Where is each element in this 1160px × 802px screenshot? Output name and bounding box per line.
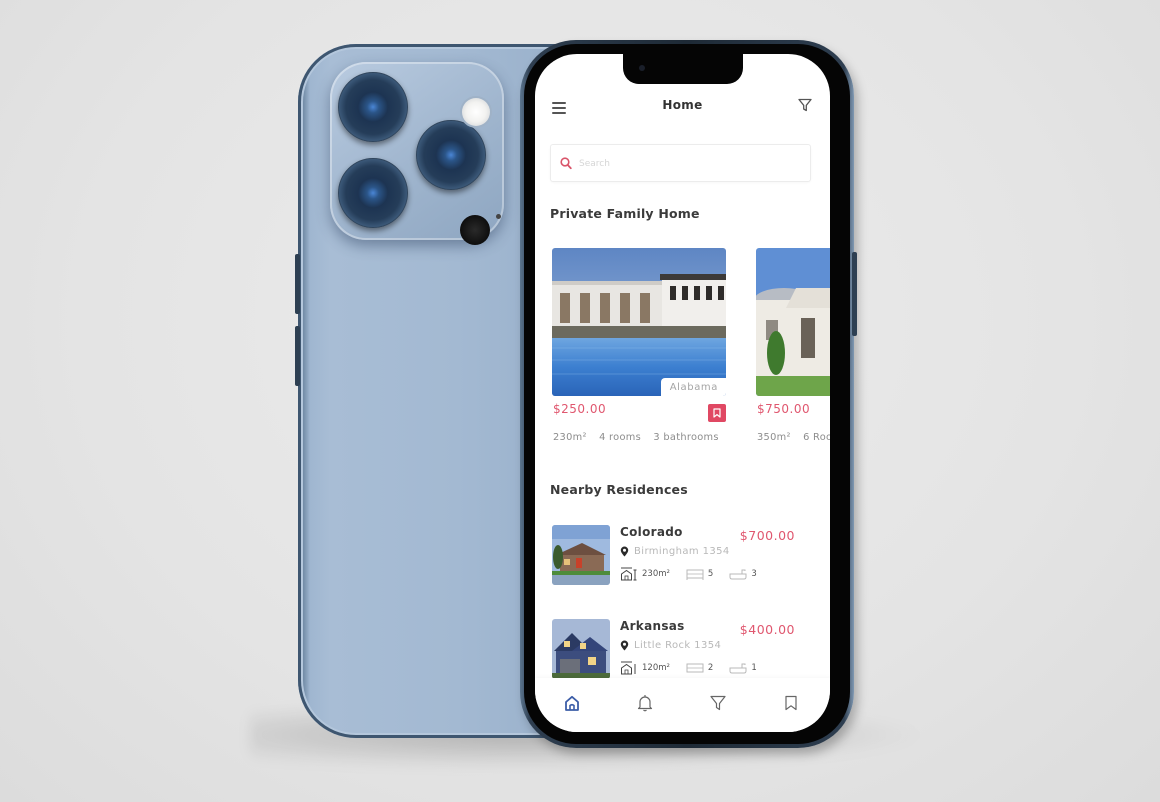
property-photo	[756, 248, 830, 396]
property-specs: 230m² 4 rooms 3 bathrooms	[553, 432, 728, 443]
residence-list-item[interactable]: Arkansas Little Rock 1354 $400.00 120m² …	[550, 619, 812, 681]
property-rooms: 6 Rooms	[803, 432, 830, 443]
property-specs: 350m² 6 Rooms	[757, 432, 830, 443]
bookmark-icon	[713, 408, 721, 418]
property-price: $250.00	[553, 402, 607, 416]
location-tag: Alabama	[660, 378, 726, 396]
location-pin-icon	[620, 640, 629, 651]
residence-features: 120m² 2 1	[620, 661, 773, 675]
tab-filter[interactable]	[707, 692, 729, 714]
area-feature: 230m²	[620, 567, 670, 581]
filter-icon	[710, 695, 726, 711]
page-title: Home	[662, 98, 703, 112]
property-area: 230m²	[553, 432, 587, 443]
house-area-icon	[621, 661, 636, 675]
volume-button	[295, 254, 300, 314]
bed-icon	[686, 569, 704, 580]
search-input[interactable]	[579, 154, 799, 174]
microphone	[496, 214, 501, 219]
beds-feature: 2	[686, 662, 713, 674]
front-camera	[639, 65, 645, 71]
residence-thumbnail	[552, 619, 610, 679]
camera-lens	[416, 120, 486, 190]
property-bathrooms: 3 bathrooms	[653, 432, 719, 443]
bathtub-icon	[729, 569, 747, 580]
residence-features: 230m² 5 3	[620, 567, 773, 581]
residence-list-item[interactable]: Colorado Birmingham 1354 $700.00 230m² 5…	[550, 525, 812, 587]
top-bar: Home	[535, 92, 830, 122]
camera-module	[330, 62, 504, 245]
beds-feature: 5	[686, 568, 713, 580]
residence-name: Arkansas	[620, 619, 685, 633]
property-area: 350m²	[757, 432, 791, 443]
notch	[623, 54, 743, 84]
residence-address: Little Rock 1354	[620, 640, 721, 651]
camera-lens	[338, 158, 408, 228]
area-feature: 120m²	[620, 661, 670, 675]
filter-funnel-icon[interactable]	[798, 97, 812, 112]
section-title-nearby-residences: Nearby Residences	[550, 482, 688, 497]
property-rooms: 4 rooms	[599, 432, 641, 443]
baths-feature: 3	[729, 568, 757, 580]
tab-notifications[interactable]	[634, 692, 656, 714]
house-area-icon	[621, 567, 637, 581]
lidar-sensor	[460, 215, 490, 245]
volume-button	[295, 326, 300, 386]
location-pin-icon	[620, 546, 629, 557]
home-icon	[565, 695, 579, 711]
power-button	[852, 252, 857, 336]
bell-icon	[637, 695, 653, 712]
app-screen: Home Private Family Home	[535, 54, 830, 732]
bottom-tab-bar	[535, 678, 830, 732]
residence-price: $400.00	[739, 622, 795, 637]
tab-home[interactable]	[561, 692, 583, 714]
property-card[interactable]: $750.00 350m² 6 Rooms	[756, 248, 830, 443]
property-price: $750.00	[757, 402, 811, 416]
property-photo: Alabama	[552, 248, 726, 396]
camera-flash	[462, 98, 490, 126]
bookmark-button[interactable]	[708, 404, 726, 422]
search-bar[interactable]	[550, 144, 811, 182]
residence-thumbnail	[552, 525, 610, 585]
property-card[interactable]: Alabama $250.00 230m² 4 rooms 3 bathroom…	[552, 248, 726, 443]
camera-lens	[338, 72, 408, 142]
section-title-private-family-home: Private Family Home	[550, 206, 700, 221]
search-icon	[560, 157, 572, 170]
bookmark-icon	[785, 695, 797, 711]
residence-address: Birmingham 1354	[620, 546, 730, 557]
phone-front: Home Private Family Home	[520, 40, 857, 748]
residence-price: $700.00	[739, 528, 795, 543]
residence-name: Colorado	[620, 525, 683, 539]
bathtub-icon	[729, 663, 747, 674]
bed-icon	[686, 663, 704, 673]
tab-saved[interactable]	[780, 692, 802, 714]
baths-feature: 1	[729, 662, 757, 674]
